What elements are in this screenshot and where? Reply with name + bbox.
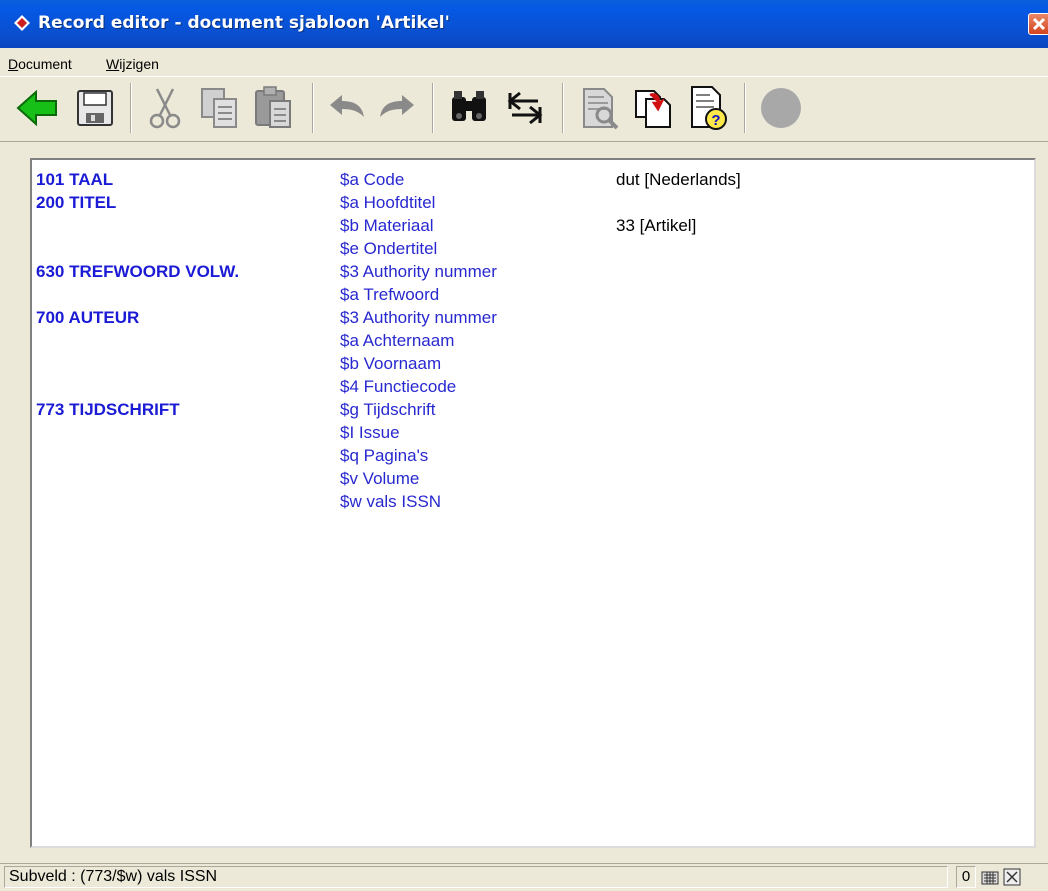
subfield-label: $a Code bbox=[340, 170, 405, 189]
paste-icon bbox=[255, 86, 291, 128]
swap-button[interactable] bbox=[500, 83, 550, 133]
replace-button[interactable] bbox=[628, 83, 678, 133]
field-row[interactable]: 700 AUTEUR $3 Authority nummer bbox=[32, 306, 1032, 329]
field-tag: 630 TREFWOORD VOLW. bbox=[36, 262, 240, 281]
field-row[interactable]: 200 TITEL $a Hoofdtitel bbox=[32, 191, 1032, 214]
subfield-label: $3 Authority nummer bbox=[340, 262, 497, 281]
swap-icon bbox=[507, 91, 543, 125]
record-button[interactable] bbox=[756, 83, 806, 133]
status-bar: Subveld : (773/$w) vals ISSN 0 bbox=[0, 863, 1048, 891]
subfield-label: $v Volume bbox=[340, 469, 420, 488]
menu-wijzigen[interactable]: Wijzigen bbox=[106, 56, 159, 72]
field-row[interactable]: 101 TAAL $a Code dut [Nederlands] bbox=[32, 168, 1032, 191]
svg-text:?: ? bbox=[711, 112, 720, 129]
field-row[interactable]: 630 TREFWOORD VOLW. $3 Authority nummer bbox=[32, 260, 1032, 283]
field-row[interactable]: $a Trefwoord bbox=[32, 283, 1032, 306]
close-icon bbox=[1032, 17, 1046, 31]
status-count: 0 bbox=[956, 866, 976, 888]
field-row[interactable]: $b Voornaam bbox=[32, 352, 1032, 375]
title-bar[interactable]: Record editor - document sjabloon 'Artik… bbox=[0, 0, 1048, 48]
field-row[interactable]: $I Issue bbox=[32, 421, 1032, 444]
redo-button[interactable] bbox=[372, 83, 422, 133]
cut-button[interactable] bbox=[140, 83, 190, 133]
back-button[interactable] bbox=[12, 83, 62, 133]
save-button[interactable] bbox=[70, 83, 120, 133]
field-row[interactable]: 773 TIJDSCHRIFT $g Tijdschrift bbox=[32, 398, 1032, 421]
field-row[interactable]: $v Volume bbox=[32, 467, 1032, 490]
subfield-label: $a Achternaam bbox=[340, 331, 455, 350]
app-diamond-icon bbox=[14, 15, 30, 31]
toolbar: ? bbox=[0, 76, 1048, 142]
toolbar-separator bbox=[432, 83, 434, 133]
subfield-label: $a Trefwoord bbox=[340, 285, 440, 304]
subfield-label: $4 Functiecode bbox=[340, 377, 457, 396]
keyboard-icon bbox=[981, 871, 999, 885]
menu-document[interactable]: Document bbox=[8, 56, 72, 72]
subfield-label: $a Hoofdtitel bbox=[340, 193, 436, 212]
find-button[interactable] bbox=[444, 83, 494, 133]
subfield-label: $b Materiaal bbox=[340, 216, 434, 235]
find-icon bbox=[452, 91, 486, 121]
subfield-label: $I Issue bbox=[340, 423, 400, 442]
save-icon bbox=[77, 90, 113, 126]
subfield-label: $q Pagina's bbox=[340, 446, 429, 465]
replace-icon bbox=[635, 90, 671, 128]
toolbar-separator bbox=[130, 83, 132, 133]
field-row[interactable]: $e Ondertitel bbox=[32, 237, 1032, 260]
field-tag: 773 TIJDSCHRIFT bbox=[36, 400, 180, 419]
field-row[interactable]: $q Pagina's bbox=[32, 444, 1032, 467]
preview-button[interactable] bbox=[574, 83, 624, 133]
redo-icon bbox=[380, 95, 414, 117]
field-row[interactable]: $w vals ISSN bbox=[32, 490, 1032, 513]
window-title: Record editor - document sjabloon 'Artik… bbox=[38, 13, 450, 33]
field-tag: 101 TAAL bbox=[36, 170, 114, 189]
toolbar-separator bbox=[312, 83, 314, 133]
help-icon: ? bbox=[691, 86, 727, 130]
field-tag: 200 TITEL bbox=[36, 193, 117, 212]
close-button[interactable] bbox=[1028, 13, 1048, 35]
subfield-label: $w vals ISSN bbox=[340, 492, 442, 511]
subfield-label: $b Voornaam bbox=[340, 354, 442, 373]
subfield-label: $3 Authority nummer bbox=[340, 308, 497, 327]
status-text: Subveld : (773/$w) vals ISSN bbox=[4, 866, 948, 888]
menu-document-accel: D bbox=[8, 56, 19, 72]
subfield-value: 33 [Artikel] bbox=[616, 216, 697, 235]
undo-button[interactable] bbox=[322, 83, 372, 133]
back-arrow-icon bbox=[16, 89, 57, 127]
paste-button[interactable] bbox=[248, 83, 298, 133]
field-row[interactable]: $a Achternaam bbox=[32, 329, 1032, 352]
record-fields-panel[interactable]: 101 TAAL $a Code dut [Nederlands] 200 TI… bbox=[30, 158, 1036, 848]
field-row[interactable]: $4 Functiecode bbox=[32, 375, 1032, 398]
menu-wijzigen-rest: ijzigen bbox=[119, 56, 159, 72]
toolbar-separator bbox=[744, 83, 746, 133]
undo-icon bbox=[330, 95, 364, 117]
copy-button[interactable] bbox=[194, 83, 244, 133]
record-editor-window: Record editor - document sjabloon 'Artik… bbox=[0, 0, 1048, 891]
record-icon bbox=[761, 88, 801, 128]
subfield-value: dut [Nederlands] bbox=[616, 170, 741, 189]
subfield-label: $e Ondertitel bbox=[340, 239, 438, 258]
copy-icon bbox=[201, 88, 237, 128]
menu-bar: Document Wijzigen bbox=[0, 48, 1048, 74]
help-button[interactable]: ? bbox=[684, 83, 734, 133]
menu-document-rest: ocument bbox=[18, 56, 72, 72]
field-tag: 700 AUTEUR bbox=[36, 308, 140, 327]
resize-grip-icon[interactable] bbox=[1002, 867, 1022, 887]
toolbar-separator bbox=[562, 83, 564, 133]
preview-icon bbox=[583, 88, 619, 130]
subfield-label: $g Tijdschrift bbox=[340, 400, 436, 419]
menu-wijzigen-accel: W bbox=[106, 56, 120, 72]
field-row[interactable]: $b Materiaal 33 [Artikel] bbox=[32, 214, 1032, 237]
cut-icon bbox=[149, 88, 181, 129]
